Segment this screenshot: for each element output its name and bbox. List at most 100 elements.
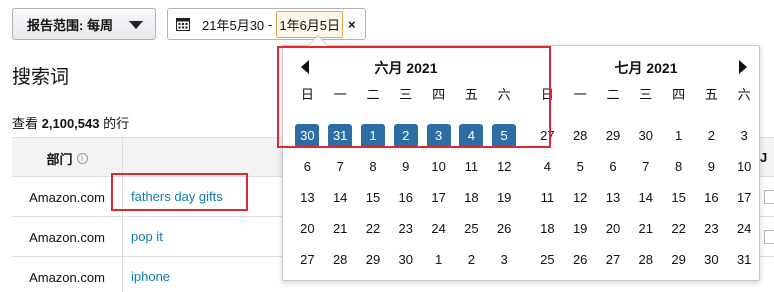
calendar-day[interactable]: 6 xyxy=(291,151,324,182)
calendar-day[interactable]: 19 xyxy=(564,213,597,244)
calendar-day-number: 20 xyxy=(605,220,621,236)
calendar-day-number: 9 xyxy=(402,158,410,174)
calendar-day[interactable]: 10 xyxy=(728,151,761,182)
calendar-day[interactable]: 20 xyxy=(597,213,630,244)
calendar-day[interactable]: 12 xyxy=(564,182,597,213)
calendar-day-number: 27 xyxy=(605,251,621,267)
calendar-day[interactable]: 8 xyxy=(357,151,390,182)
calendar-day[interactable]: 18 xyxy=(455,182,488,213)
calendar-day[interactable]: 14 xyxy=(629,182,662,213)
calendar-day[interactable]: 4 xyxy=(531,151,564,182)
date-separator: - xyxy=(268,16,273,32)
calendar-day-number: 1 xyxy=(674,127,683,143)
calendar-day[interactable]: 30 xyxy=(695,244,728,275)
calendar-day[interactable]: 27 xyxy=(291,244,324,275)
calendar-day[interactable]: 25 xyxy=(455,213,488,244)
calendar-day-number: 8 xyxy=(369,158,377,174)
calendar-day-number: 7 xyxy=(336,158,344,174)
calendar-day[interactable]: 23 xyxy=(695,213,728,244)
calendar-day-number: 18 xyxy=(464,189,479,205)
search-term-link[interactable]: pop it xyxy=(131,229,163,244)
calendar-day[interactable]: 3 xyxy=(728,120,761,151)
caret-down-icon xyxy=(129,21,143,29)
calendar-day[interactable]: 6 xyxy=(597,151,630,182)
calendar-day[interactable]: 12 xyxy=(488,151,521,182)
calendar-day[interactable]: 24 xyxy=(728,213,761,244)
calendar-day[interactable]: 10 xyxy=(422,151,455,182)
calendar-day[interactable]: 20 xyxy=(291,213,324,244)
column-header-department[interactable]: 部门 i xyxy=(12,138,123,178)
page-title: 搜索词 xyxy=(12,67,70,88)
calendar-day[interactable]: 29 xyxy=(597,120,630,151)
calendar-day[interactable]: 2 xyxy=(695,120,728,151)
clear-date-icon[interactable]: × xyxy=(348,17,356,32)
calendar-day[interactable]: 31 xyxy=(728,244,761,275)
calendar-day[interactable]: 14 xyxy=(324,182,357,213)
calendar-day[interactable]: 15 xyxy=(357,182,390,213)
report-range-dropdown[interactable]: 报告范围: 每周 xyxy=(12,8,156,40)
calendar-day[interactable]: 19 xyxy=(488,182,521,213)
calendar-week-row: 11 12 13 14 15 16 17 xyxy=(531,182,761,213)
calendar-day[interactable]: 25 xyxy=(531,244,564,275)
calendar-day[interactable]: 18 xyxy=(531,213,564,244)
calendar-day[interactable]: 16 xyxy=(389,182,422,213)
calendar-day[interactable]: 11 xyxy=(531,182,564,213)
row-count-suffix: 的行 xyxy=(103,116,130,131)
calendar-day[interactable]: 21 xyxy=(324,213,357,244)
calendar-day-number: 21 xyxy=(638,220,654,236)
calendar-day[interactable]: 1 xyxy=(422,244,455,275)
search-term-link[interactable]: iphone xyxy=(131,269,170,284)
calendar-day[interactable]: 21 xyxy=(629,213,662,244)
calendar-day[interactable]: 7 xyxy=(324,151,357,182)
calendar-week-row: 13 14 15 16 17 18 19 xyxy=(291,182,521,213)
calendar-day[interactable]: 22 xyxy=(357,213,390,244)
calendar-day[interactable]: 1 xyxy=(662,120,695,151)
calendar-day[interactable]: 15 xyxy=(662,182,695,213)
calendar-day[interactable]: 24 xyxy=(422,213,455,244)
calendar-day[interactable]: 29 xyxy=(357,244,390,275)
calendar-day[interactable]: 11 xyxy=(455,151,488,182)
calendar-day[interactable]: 13 xyxy=(597,182,630,213)
calendar-day[interactable]: 28 xyxy=(629,244,662,275)
date-range-field[interactable]: 21年5月30日 - 1年6月5日 × xyxy=(167,8,366,40)
calendar-day[interactable]: 9 xyxy=(695,151,728,182)
calendar-day-number: 29 xyxy=(671,251,686,267)
calendar-day-number: 12 xyxy=(496,158,512,174)
calendar-day-number: 24 xyxy=(431,220,446,236)
highlight-box-term xyxy=(111,173,248,211)
calendar-day-number: 3 xyxy=(500,251,508,267)
calendar-week-row: 27 28 29 30 1 2 3 xyxy=(531,120,761,151)
calendar-day[interactable]: 23 xyxy=(389,213,422,244)
calendar-day[interactable]: 17 xyxy=(422,182,455,213)
calendar-day[interactable]: 16 xyxy=(695,182,728,213)
calendar-day[interactable]: 30 xyxy=(389,244,422,275)
calendar-day[interactable]: 27 xyxy=(597,244,630,275)
calendar-week-row: 6 7 8 9 10 11 12 xyxy=(291,151,521,182)
calendar-day[interactable]: 28 xyxy=(564,120,597,151)
calendar-day[interactable]: 7 xyxy=(629,151,662,182)
calendar-day-number: 28 xyxy=(332,251,348,267)
calendar-day[interactable]: 3 xyxy=(488,244,521,275)
info-icon[interactable]: i xyxy=(76,152,88,164)
calendar-day[interactable]: 30 xyxy=(629,120,662,151)
start-date-input[interactable]: 21年5月30日 xyxy=(202,15,266,34)
calendar-day[interactable]: 2 xyxy=(455,244,488,275)
calendar-day[interactable]: 22 xyxy=(662,213,695,244)
calendar-day[interactable]: 5 xyxy=(564,151,597,182)
calendar-day[interactable]: 17 xyxy=(728,182,761,213)
calendar-day-number: 25 xyxy=(464,220,479,236)
calendar-day[interactable]: 9 xyxy=(389,151,422,182)
calendar-day-number: 29 xyxy=(365,251,381,267)
calendar-day-number: 23 xyxy=(398,220,414,236)
calendar-day[interactable]: 28 xyxy=(324,244,357,275)
calendar-day[interactable]: 13 xyxy=(291,182,324,213)
end-date-input[interactable]: 1年6月5日 xyxy=(276,10,344,38)
calendar-day[interactable]: 26 xyxy=(564,244,597,275)
calendar-day-number: 9 xyxy=(707,158,715,174)
calendar-day[interactable]: 8 xyxy=(662,151,695,182)
calendar-day-number: 22 xyxy=(365,220,381,236)
calendar-day-number: 16 xyxy=(704,189,719,205)
calendar-day[interactable]: 26 xyxy=(488,213,521,244)
calendar-day-number: 2 xyxy=(467,251,475,267)
calendar-day[interactable]: 29 xyxy=(662,244,695,275)
